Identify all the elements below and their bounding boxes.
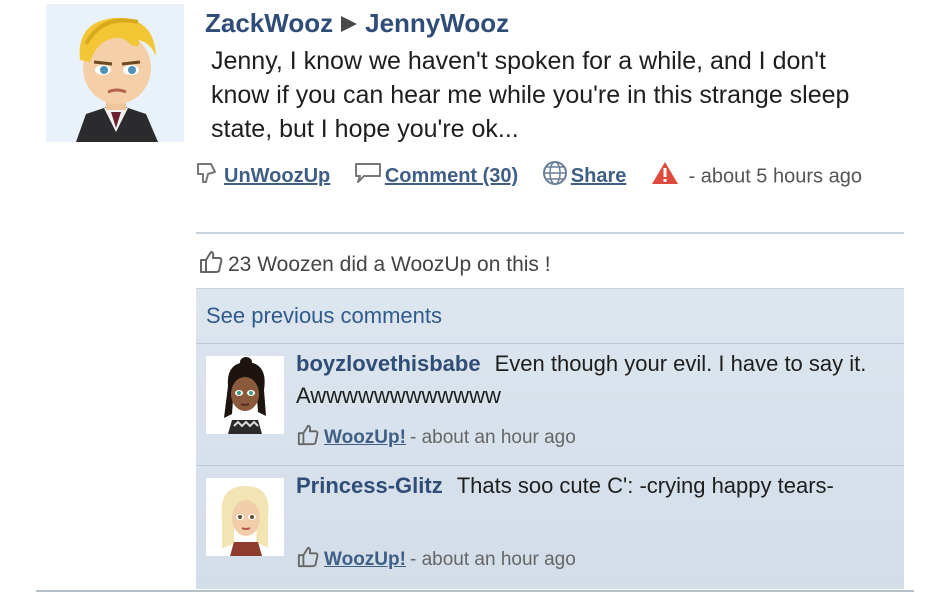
comment-body: Princess-Glitz Thats soo cute C': -crying… xyxy=(296,470,896,502)
share-link[interactable]: Share xyxy=(571,165,627,187)
divider xyxy=(36,590,914,592)
thumbs-up-icon xyxy=(296,546,320,574)
comment-item: boyzlovethisbabe Even though your evil. I… xyxy=(196,343,904,466)
woozup-count[interactable]: 23 Woozen did a WoozUp on this ! xyxy=(198,250,551,280)
post-header: ZackWooz JennyWooz xyxy=(205,6,509,40)
arrow-right-icon xyxy=(341,16,358,32)
comment-timestamp: - about an hour ago xyxy=(409,427,576,448)
woozup-link[interactable]: WoozUp! xyxy=(324,549,406,571)
thumbs-up-icon xyxy=(198,250,224,280)
author-avatar[interactable] xyxy=(46,4,184,142)
thumbs-up-icon xyxy=(296,424,320,452)
avatar-image xyxy=(206,356,284,434)
recipient-name-link[interactable]: JennyWooz xyxy=(365,8,509,39)
commenter-avatar[interactable] xyxy=(206,478,284,556)
woozup-count-text: 23 Woozen did a WoozUp on this ! xyxy=(228,253,551,276)
avatar-image xyxy=(206,478,284,556)
comment-link[interactable]: Comment (30) xyxy=(385,165,518,187)
comment-item: Princess-Glitz Thats soo cute C': -crying… xyxy=(196,465,904,588)
author-name-link[interactable]: ZackWooz xyxy=(205,8,333,39)
post-actions: UnWoozUp Comment (30) Share - about 5 ho… xyxy=(195,160,895,194)
speech-bubble-icon xyxy=(354,162,382,192)
thumbs-down-icon xyxy=(195,162,221,192)
commenter-avatar[interactable] xyxy=(206,356,284,434)
comment-body: boyzlovethisbabe Even though your evil. I… xyxy=(296,348,896,412)
comment-text: Thats soo cute C': -crying happy tears- xyxy=(456,473,834,498)
post-text: Jenny, I know we haven't spoken for a wh… xyxy=(211,47,850,143)
globe-icon xyxy=(542,160,568,194)
avatar-image xyxy=(46,4,184,142)
warning-icon[interactable] xyxy=(650,160,680,194)
commenter-name-link[interactable]: boyzlovethisbabe xyxy=(296,351,481,376)
see-previous-comments-link[interactable]: See previous comments xyxy=(206,303,442,329)
divider xyxy=(196,232,904,234)
comment-timestamp: - about an hour ago xyxy=(409,549,576,570)
commenter-name-link[interactable]: Princess-Glitz xyxy=(296,473,443,498)
comment-meta: WoozUp! - about an hour ago xyxy=(296,424,576,452)
comments-section: See previous comments boyzlovethisbabe Ev… xyxy=(196,288,904,589)
comment-meta: WoozUp! - about an hour ago xyxy=(296,546,576,574)
unwoozup-link[interactable]: UnWoozUp xyxy=(224,165,330,187)
post-timestamp: - about 5 hours ago xyxy=(688,165,862,188)
woozup-link[interactable]: WoozUp! xyxy=(324,427,406,449)
